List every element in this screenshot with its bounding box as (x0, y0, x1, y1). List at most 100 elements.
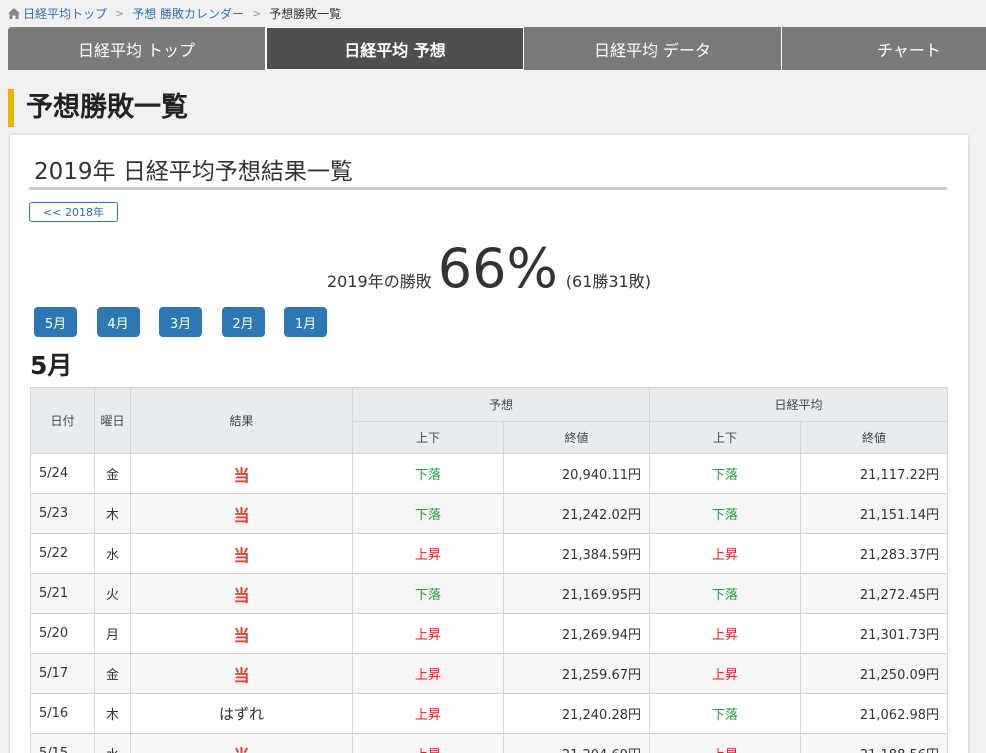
header-weekday: 曜日 (94, 387, 131, 454)
result-cell: 当 (130, 493, 353, 534)
forecast-close-cell: 21,242.02円 (502, 493, 651, 534)
header-forecast: 予想 (351, 387, 651, 422)
weekday-cell: 木 (94, 493, 131, 534)
table-row: 5/17 金 当 上昇 21,259.67円 上昇 21,250.09円 (30, 653, 949, 694)
actual-close-cell: 21,250.09円 (800, 653, 949, 694)
date-cell: 5/16 (30, 693, 95, 734)
breadcrumb-calendar-link[interactable]: 予想 勝敗カレンダー (132, 5, 244, 22)
table-row: 5/23 木 当 下落 21,242.02円 下落 21,151.14円 (30, 493, 949, 534)
weekday-cell: 火 (94, 573, 131, 614)
actual-direction-cell: 上昇 (649, 533, 802, 574)
table-row: 5/21 火 当 下落 21,169.95円 下落 21,272.45円 (30, 573, 949, 614)
actual-direction-cell: 上昇 (649, 613, 802, 654)
result-cell: 当 (130, 453, 353, 494)
home-icon (8, 7, 20, 19)
header-nikkei: 日経平均 (649, 387, 949, 422)
actual-close-cell: 21,151.14円 (800, 493, 949, 534)
actual-direction-cell: 下落 (649, 453, 802, 494)
results-table-body: 5/24 金当下落 20,940.11円 下落 21,117.22円 5/23 木当下落 21… (30, 453, 949, 753)
title-divider (29, 187, 947, 190)
actual-direction-value: 上昇 (712, 668, 739, 683)
forecast-close-cell: 21,269.94円 (502, 613, 651, 654)
month-button-march[interactable]: 3月 (159, 307, 202, 337)
result-value: はずれ (218, 705, 264, 723)
month-button-february[interactable]: 2月 (221, 307, 265, 337)
tab-nikkei-forecast[interactable]: 日経平均 予想 (266, 27, 524, 70)
forecast-direction-value: 上昇 (414, 628, 441, 643)
results-panel: 2019年 日経平均予想結果一覧 << 2018年 2019年の勝敗 66% (… (10, 135, 968, 753)
date-cell: 5/17 (30, 653, 95, 694)
month-button-may[interactable]: 5月 (34, 307, 77, 337)
date-cell: 5/22 (30, 533, 95, 574)
win-rate-summary: 2019年の勝敗 66% (61勝31敗) (10, 238, 968, 300)
actual-direction-value: 下落 (712, 588, 739, 603)
weekday-cell: 月 (94, 613, 131, 654)
tab-nikkei-top[interactable]: 日経平均 トップ (8, 27, 266, 70)
actual-direction-value: 上昇 (712, 748, 738, 753)
breadcrumb: 日経平均トップ > 予想 勝敗カレンダー > 予想勝敗一覧 (8, 4, 341, 22)
forecast-close-cell: 20,940.11円 (502, 453, 651, 494)
forecast-close-cell: 21,204.69円 (502, 733, 651, 753)
weekday-cell: 金 (94, 653, 131, 694)
actual-direction-cell: 上昇 (649, 653, 802, 694)
month-button-january[interactable]: 1月 (284, 307, 327, 337)
actual-direction-value: 下落 (712, 468, 739, 483)
forecast-close-cell: 21,240.28円 (502, 693, 651, 734)
actual-close-cell: 21,117.22円 (800, 453, 949, 494)
forecast-direction-value: 上昇 (414, 708, 441, 723)
forecast-direction-cell: 下落 (352, 493, 504, 534)
weekday-cell: 水 (94, 533, 131, 574)
forecast-direction-value: 下落 (414, 468, 441, 483)
result-cell: はずれ (130, 693, 353, 734)
tab-chart[interactable]: チャート (782, 27, 986, 70)
result-cell: 当 (130, 533, 353, 574)
table-row: 5/22 水 当 上昇 21,384.59円 上昇 21,283.37円 (30, 533, 949, 574)
forecast-direction-cell: 下落 (352, 573, 504, 614)
page-title: 予想勝敗一覧 (8, 89, 188, 127)
actual-direction-cell: 下落 (649, 693, 802, 734)
forecast-close-cell: 21,384.59円 (502, 533, 651, 574)
win-loss-record: (61勝31敗) (565, 272, 651, 291)
date-cell: 5/23 (30, 493, 95, 534)
weekday-cell: 水 (94, 733, 131, 753)
actual-close-cell: 21,188.56円 (800, 733, 949, 753)
forecast-direction-value: 上昇 (414, 668, 441, 683)
actual-direction-value: 上昇 (712, 628, 739, 643)
win-rate-label: 2019年の勝敗 (327, 272, 432, 291)
forecast-direction-value: 下落 (414, 508, 441, 523)
result-cell: 当 (130, 733, 353, 753)
result-cell: 当 (130, 613, 353, 654)
table-row: 5/20 月 当 上昇 21,269.94円 上昇 21,301.73円 (30, 613, 949, 654)
actual-direction-cell: 下落 (649, 573, 802, 614)
date-cell: 5/21 (30, 573, 95, 614)
result-value: 当 (233, 665, 250, 685)
prev-year-button[interactable]: << 2018年 (29, 202, 118, 222)
forecast-direction-value: 上昇 (415, 748, 441, 753)
results-title: 2019年 日経平均予想結果一覧 (34, 159, 353, 185)
actual-direction-value: 下落 (712, 708, 739, 723)
breadcrumb-home-link[interactable]: 日経平均トップ (23, 5, 107, 22)
forecast-close-cell: 21,169.95円 (502, 573, 651, 614)
forecast-direction-cell: 下落 (352, 453, 504, 494)
forecast-direction-value: 上昇 (414, 548, 441, 563)
month-button-april[interactable]: 4月 (96, 307, 140, 337)
result-value: 当 (233, 746, 249, 753)
header-actual-close: 終値 (800, 421, 949, 454)
forecast-direction-value: 下落 (414, 588, 441, 603)
actual-direction-value: 上昇 (712, 548, 739, 563)
tab-nikkei-data[interactable]: 日経平均 データ (524, 27, 782, 70)
main-nav-tabs: 日経平均 トップ 日経平均 予想 日経平均 データ チャート (8, 27, 986, 70)
table-row: 5/15水当 上昇 21,204.69円上昇 21,188.56円 (30, 733, 949, 753)
breadcrumb-separator: > (115, 6, 125, 20)
weekday-cell: 金 (94, 453, 131, 494)
actual-direction-value: 下落 (712, 508, 739, 523)
actual-direction-cell: 下落 (649, 493, 802, 534)
result-value: 当 (233, 505, 250, 525)
result-cell: 当 (130, 653, 353, 694)
header-forecast-direction: 上下 (352, 421, 504, 454)
forecast-direction-cell: 上昇 (352, 733, 504, 753)
forecast-direction-cell: 上昇 (352, 653, 504, 694)
actual-close-cell: 21,272.45円 (800, 573, 949, 614)
forecast-close-cell: 21,259.67円 (502, 653, 651, 694)
header-actual-direction: 上下 (649, 421, 802, 454)
